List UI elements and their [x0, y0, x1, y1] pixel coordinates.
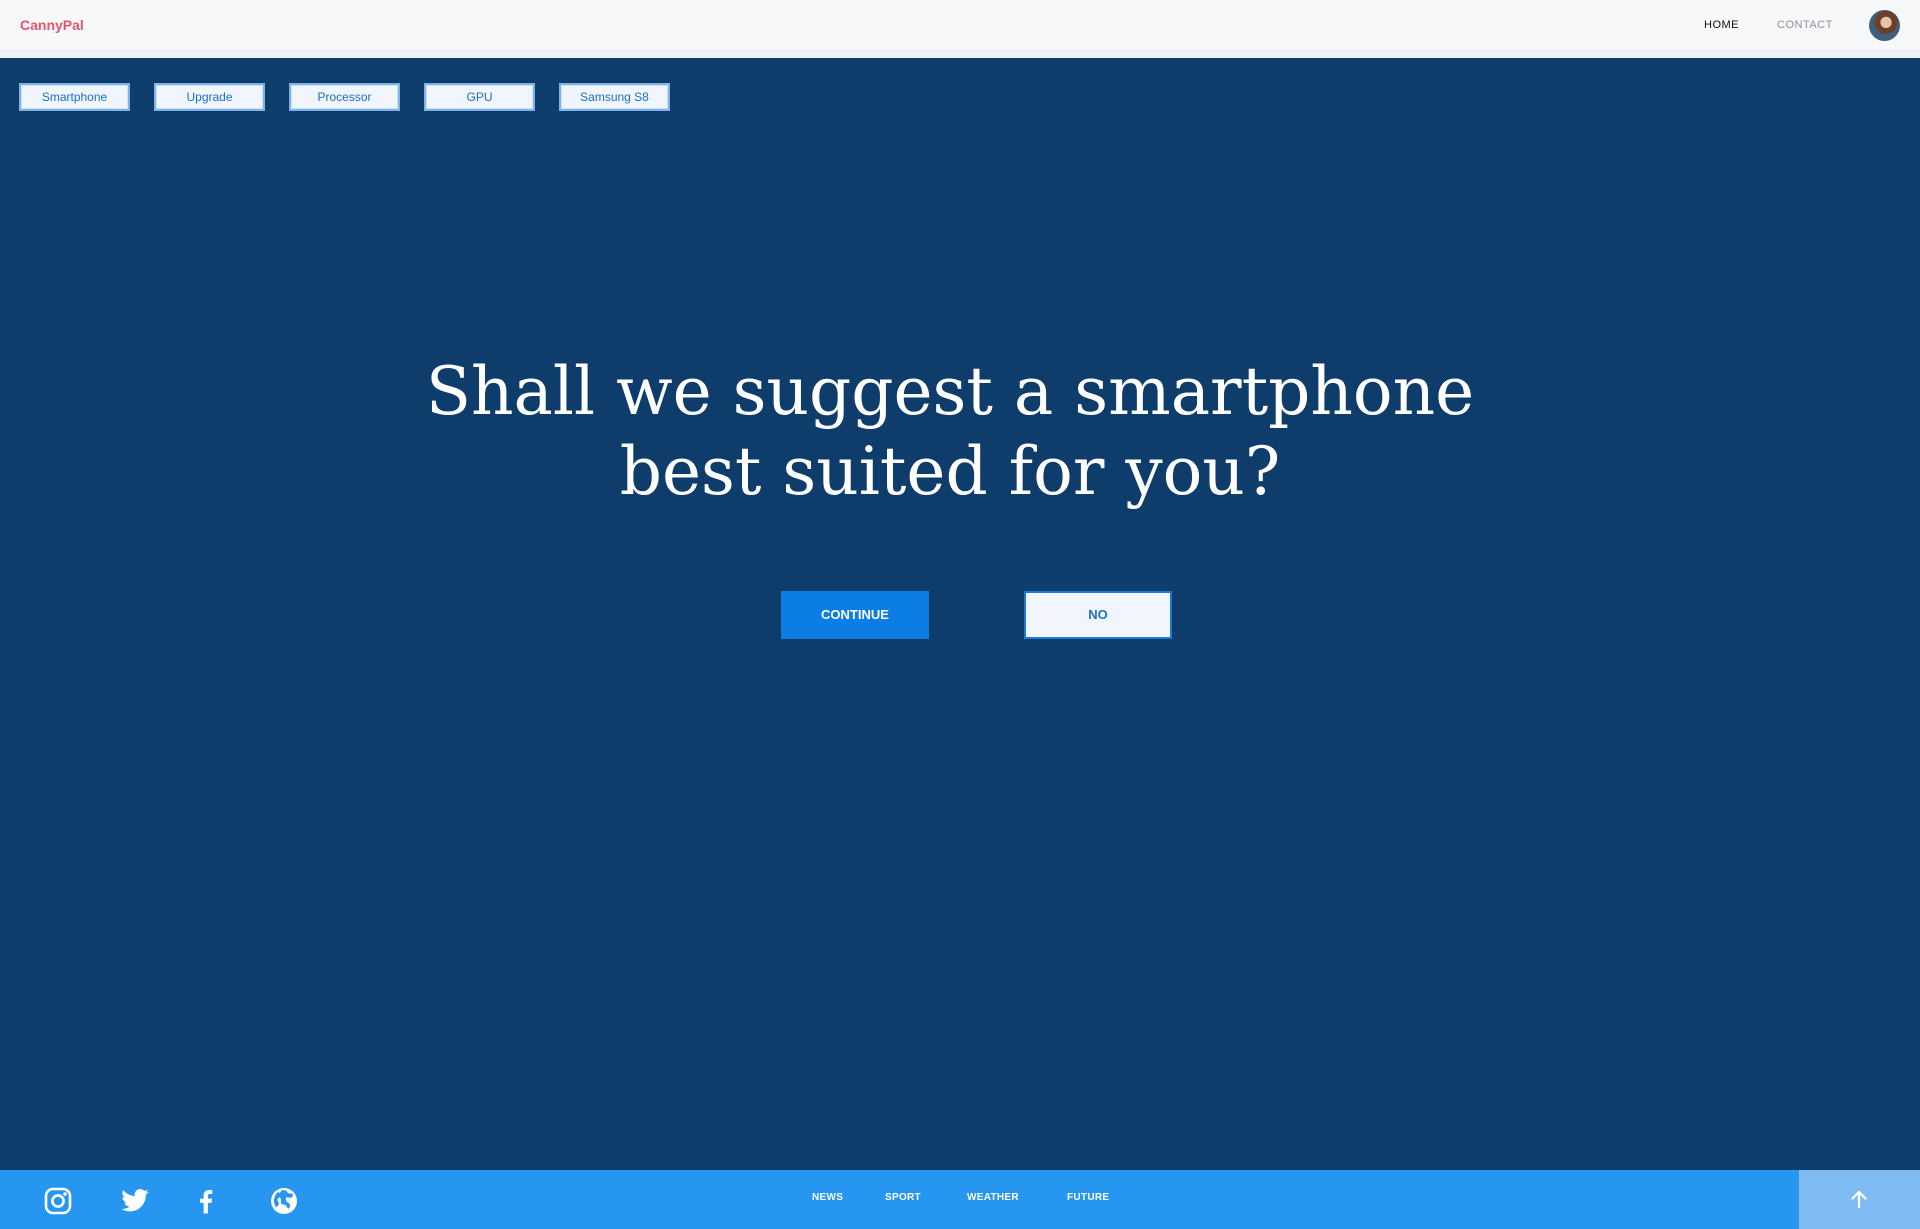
nav-home-link[interactable]: HOME — [1704, 19, 1739, 31]
scroll-to-top-button[interactable] — [1799, 1170, 1920, 1229]
user-avatar[interactable] — [1869, 10, 1900, 41]
instagram-icon[interactable] — [43, 1186, 73, 1216]
arrow-up-icon — [1851, 1190, 1867, 1209]
hero-title: Shall we suggest a smartphone best suite… — [360, 352, 1540, 512]
facebook-icon[interactable] — [191, 1186, 221, 1216]
footer-link-future[interactable]: FUTURE — [1067, 1192, 1109, 1203]
tag-samsung-s8[interactable]: Samsung S8 — [559, 83, 670, 111]
tag-smartphone[interactable]: Smartphone — [19, 83, 130, 111]
top-navbar: CannyPal HOME CONTACT — [0, 0, 1920, 51]
nav-contact-link[interactable]: CONTACT — [1777, 19, 1833, 31]
header-divider — [0, 51, 1920, 58]
hero-title-line-1: Shall we suggest a smartphone — [425, 353, 1475, 430]
no-button[interactable]: NO — [1024, 591, 1172, 639]
globe-icon[interactable] — [269, 1186, 299, 1216]
brand-logo[interactable]: CannyPal — [20, 17, 84, 33]
hero-title-line-2: best suited for you? — [619, 433, 1281, 510]
tag-upgrade[interactable]: Upgrade — [154, 83, 265, 111]
twitter-icon[interactable] — [120, 1186, 150, 1216]
footer-link-sport[interactable]: SPORT — [885, 1192, 921, 1203]
continue-button[interactable]: CONTINUE — [781, 591, 929, 639]
footer-link-weather[interactable]: WEATHER — [967, 1192, 1019, 1203]
footer-bar: NEWS SPORT WEATHER FUTURE — [0, 1170, 1920, 1229]
tag-processor[interactable]: Processor — [289, 83, 400, 111]
tag-gpu[interactable]: GPU — [424, 83, 535, 111]
footer-link-news[interactable]: NEWS — [812, 1192, 843, 1203]
